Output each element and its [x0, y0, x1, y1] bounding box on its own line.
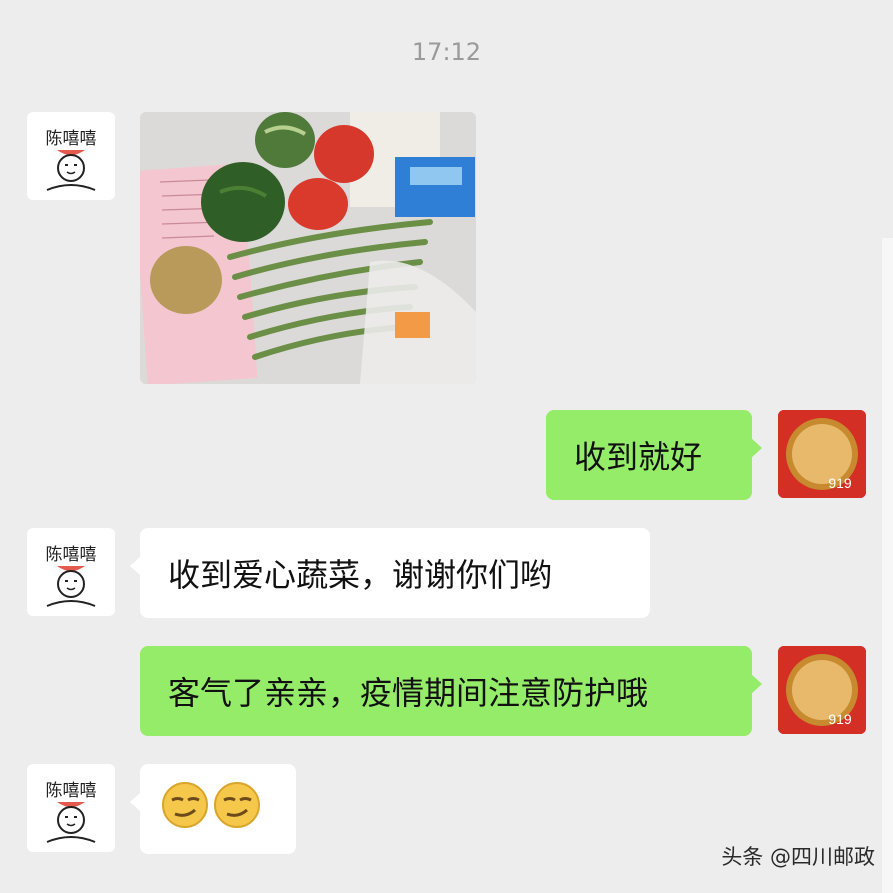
timestamp: 17:12: [411, 38, 482, 66]
avatar-badge: 919: [828, 475, 852, 491]
self-avatar[interactable]: 919: [778, 410, 866, 498]
message-text: 收到爱心蔬菜，谢谢你们哟: [168, 556, 553, 594]
avatar-badge: 919: [828, 711, 852, 727]
vegetable-photo[interactable]: [140, 112, 476, 384]
outgoing-message[interactable]: 收到就好: [546, 410, 762, 500]
message-text: 收到就好: [574, 438, 703, 476]
contact-avatar[interactable]: 陈嘻嘻: [27, 528, 115, 616]
avatar-text: 陈嘻嘻: [46, 545, 97, 565]
incoming-message[interactable]: 收到爱心蔬菜，谢谢你们哟: [130, 528, 650, 618]
self-avatar[interactable]: 919: [778, 646, 866, 734]
incoming-emoji-message[interactable]: [130, 764, 296, 854]
chat-view: 17:12 陈嘻嘻 收到就好 919 陈嘻嘻 收到爱心蔬菜，谢谢你们哟 客气了亲…: [0, 0, 893, 893]
avatar-text: 陈嘻嘻: [46, 781, 97, 801]
message-text: 客气了亲亲，疫情期间注意防护哦: [168, 674, 649, 712]
avatar-text: 陈嘻嘻: [46, 129, 97, 149]
outgoing-message[interactable]: 客气了亲亲，疫情期间注意防护哦: [140, 646, 762, 736]
watermark: 头条 @四川邮政: [721, 845, 875, 869]
smirk-emoji-icon: [212, 780, 262, 838]
contact-avatar[interactable]: 陈嘻嘻: [27, 764, 115, 852]
scroll-shade: [882, 238, 893, 893]
smirk-emoji-icon: [160, 780, 210, 838]
contact-avatar[interactable]: 陈嘻嘻: [27, 112, 115, 200]
